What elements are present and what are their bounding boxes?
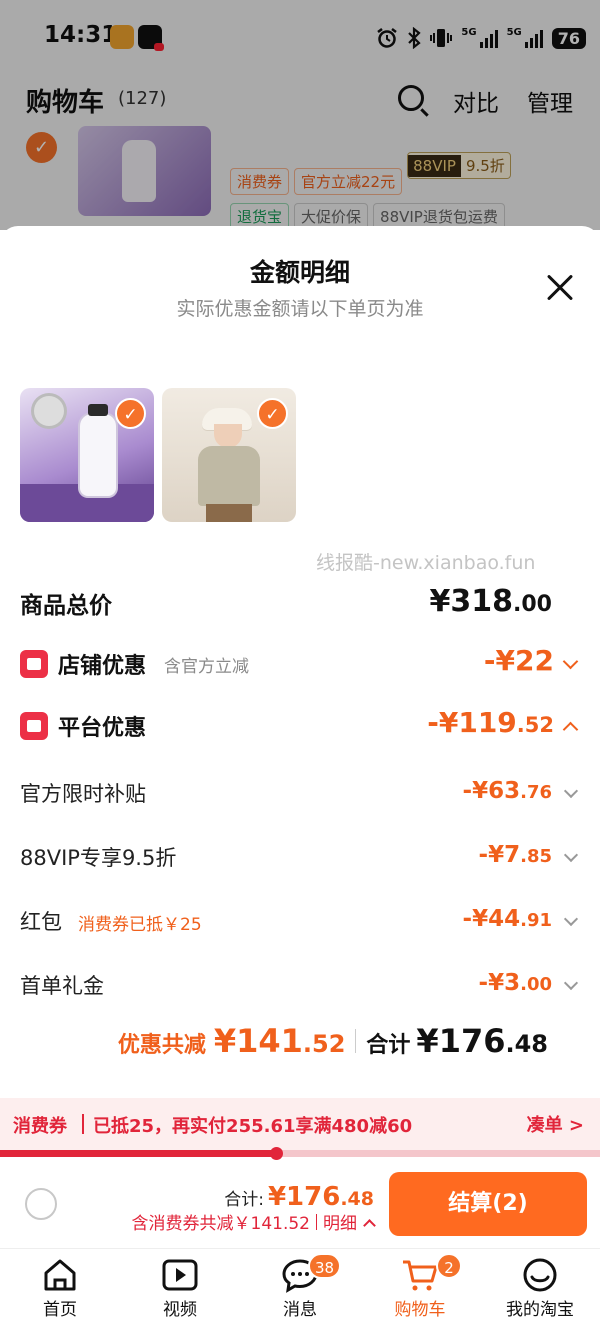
checkout-bar: 合计: ¥176.48 含消费券共减￥141.52 明细 结算(2) [0, 1160, 600, 1248]
subitem-label: 官方限时补贴 [20, 782, 146, 806]
store-discount-row[interactable]: 店铺优惠 含官方立减 -¥22 [0, 644, 600, 688]
discount-subitem-row[interactable]: 88VIP专享9.5折 -¥7.85 [0, 842, 600, 882]
coupon-tag: 消费券 [13, 1116, 67, 1137]
tab-label: 消息 [283, 1300, 317, 1320]
home-icon [44, 1259, 76, 1291]
subitem-note: 消费券已抵￥25 [78, 915, 202, 935]
discount-subitem-row[interactable]: 官方限时补贴 -¥63.76 [0, 778, 600, 818]
cart-badge: 2 [436, 1253, 462, 1279]
thumb-check-icon[interactable]: ✓ [115, 398, 146, 429]
chevron-down-icon[interactable] [562, 653, 579, 670]
product-thumb-flask[interactable]: ✓ [20, 388, 154, 522]
checkout-discount-text: 含消费券共减￥141.52 [131, 1214, 310, 1234]
grand-total-value: ¥176.48 [416, 1022, 548, 1060]
platform-icon [20, 712, 48, 740]
product-thumb-vest[interactable]: ✓ [162, 388, 296, 522]
progress-fill [0, 1150, 276, 1157]
tab-cart[interactable]: 2 购物车 [360, 1249, 480, 1329]
progress-handle [270, 1147, 283, 1160]
tab-label: 视频 [163, 1300, 197, 1320]
divider [82, 1114, 84, 1134]
tab-label: 我的淘宝 [506, 1300, 574, 1320]
total-discount-value: ¥141.52 [213, 1022, 346, 1060]
summary-line: 优惠共减 ¥141.52 合计 ¥176.48 [118, 1022, 548, 1060]
checkout-button[interactable]: 结算(2) [389, 1172, 587, 1236]
overlay-dim[interactable] [0, 0, 600, 230]
cart-icon [403, 1260, 438, 1291]
divider [316, 1213, 317, 1230]
subitem-value: -¥3.00 [478, 970, 552, 996]
detail-toggle[interactable]: 明细 [323, 1209, 374, 1234]
bottom-tab-bar: 首页 视频 38 消息 2 购物车 我的淘宝 [0, 1248, 600, 1329]
grand-total-label: 合计 [366, 1033, 411, 1058]
tab-video[interactable]: 视频 [120, 1249, 240, 1329]
subitem-label: 红包 [20, 910, 62, 934]
platform-discount-value: -¥119.52 [427, 706, 554, 739]
store-discount-value: -¥22 [483, 644, 554, 677]
checkout-total-value: ¥176.48 [267, 1182, 374, 1212]
video-icon [162, 1259, 198, 1291]
discount-subitem-row[interactable]: 首单礼金 -¥3.00 [0, 970, 600, 1010]
subitem-value: -¥63.76 [462, 778, 552, 804]
subitem-value: -¥7.85 [478, 842, 552, 868]
sheet-subtitle: 实际优惠金额请以下单页为准 [176, 298, 424, 320]
coupon-progress-text: 已抵25，再实付255.61享满480减60 [93, 1116, 413, 1137]
platform-discount-label: 平台优惠 [58, 716, 147, 741]
tab-messages[interactable]: 38 消息 [240, 1249, 360, 1329]
coupon-progress-bar [0, 1147, 600, 1160]
select-all-checkbox[interactable] [25, 1188, 57, 1220]
store-icon [20, 650, 48, 678]
tab-label: 购物车 [394, 1300, 446, 1320]
discount-subitem-row[interactable]: 红包 消费券已抵￥25 -¥44.91 [0, 906, 600, 946]
goods-total-value: ¥318.00 [429, 584, 552, 619]
tab-profile[interactable]: 我的淘宝 [480, 1249, 600, 1329]
platform-discount-row[interactable]: 平台优惠 -¥119.52 [0, 706, 600, 750]
watermark: 线报酷-new.xianbao.fun [316, 552, 536, 574]
add-items-link[interactable]: 凑单 > [527, 1111, 584, 1137]
chevron-down-icon[interactable] [563, 911, 579, 927]
goods-total-label: 商品总价 [20, 593, 112, 619]
total-discount-label: 优惠共减 [117, 1033, 206, 1058]
coupon-banner[interactable]: 消费券 已抵25，再实付255.61享满480减60 凑单 > [0, 1098, 600, 1150]
chevron-down-icon[interactable] [563, 847, 579, 863]
tab-home[interactable]: 首页 [0, 1249, 120, 1329]
checkout-total-label: 合计: [224, 1190, 264, 1210]
subitem-label: 88VIP专享9.5折 [20, 846, 177, 870]
cart-background: 14:31 5G 5G 76 购物车 (127) 对比 管理 ✓ 消费券 官方立减… [0, 0, 600, 230]
subitem-value: -¥44.91 [462, 906, 552, 932]
divider [355, 1029, 357, 1053]
profile-icon [523, 1258, 557, 1292]
subitem-label: 首单礼金 [20, 974, 104, 998]
close-icon[interactable] [541, 269, 579, 307]
thumb-check-icon[interactable]: ✓ [257, 398, 288, 429]
checkout-total: 合计: ¥176.48 [224, 1182, 374, 1212]
chevron-down-icon[interactable] [563, 975, 579, 991]
checkout-discount: 含消费券共减￥141.52 明细 [132, 1209, 374, 1234]
store-discount-note: 含官方立减 [164, 657, 249, 677]
store-discount-label: 店铺优惠 [58, 654, 147, 679]
message-badge: 38 [308, 1253, 342, 1279]
chevron-down-icon[interactable] [563, 783, 579, 799]
tab-label: 首页 [43, 1300, 77, 1320]
chevron-up-icon[interactable] [562, 721, 579, 738]
sheet-title: 金额明细 [249, 258, 350, 287]
